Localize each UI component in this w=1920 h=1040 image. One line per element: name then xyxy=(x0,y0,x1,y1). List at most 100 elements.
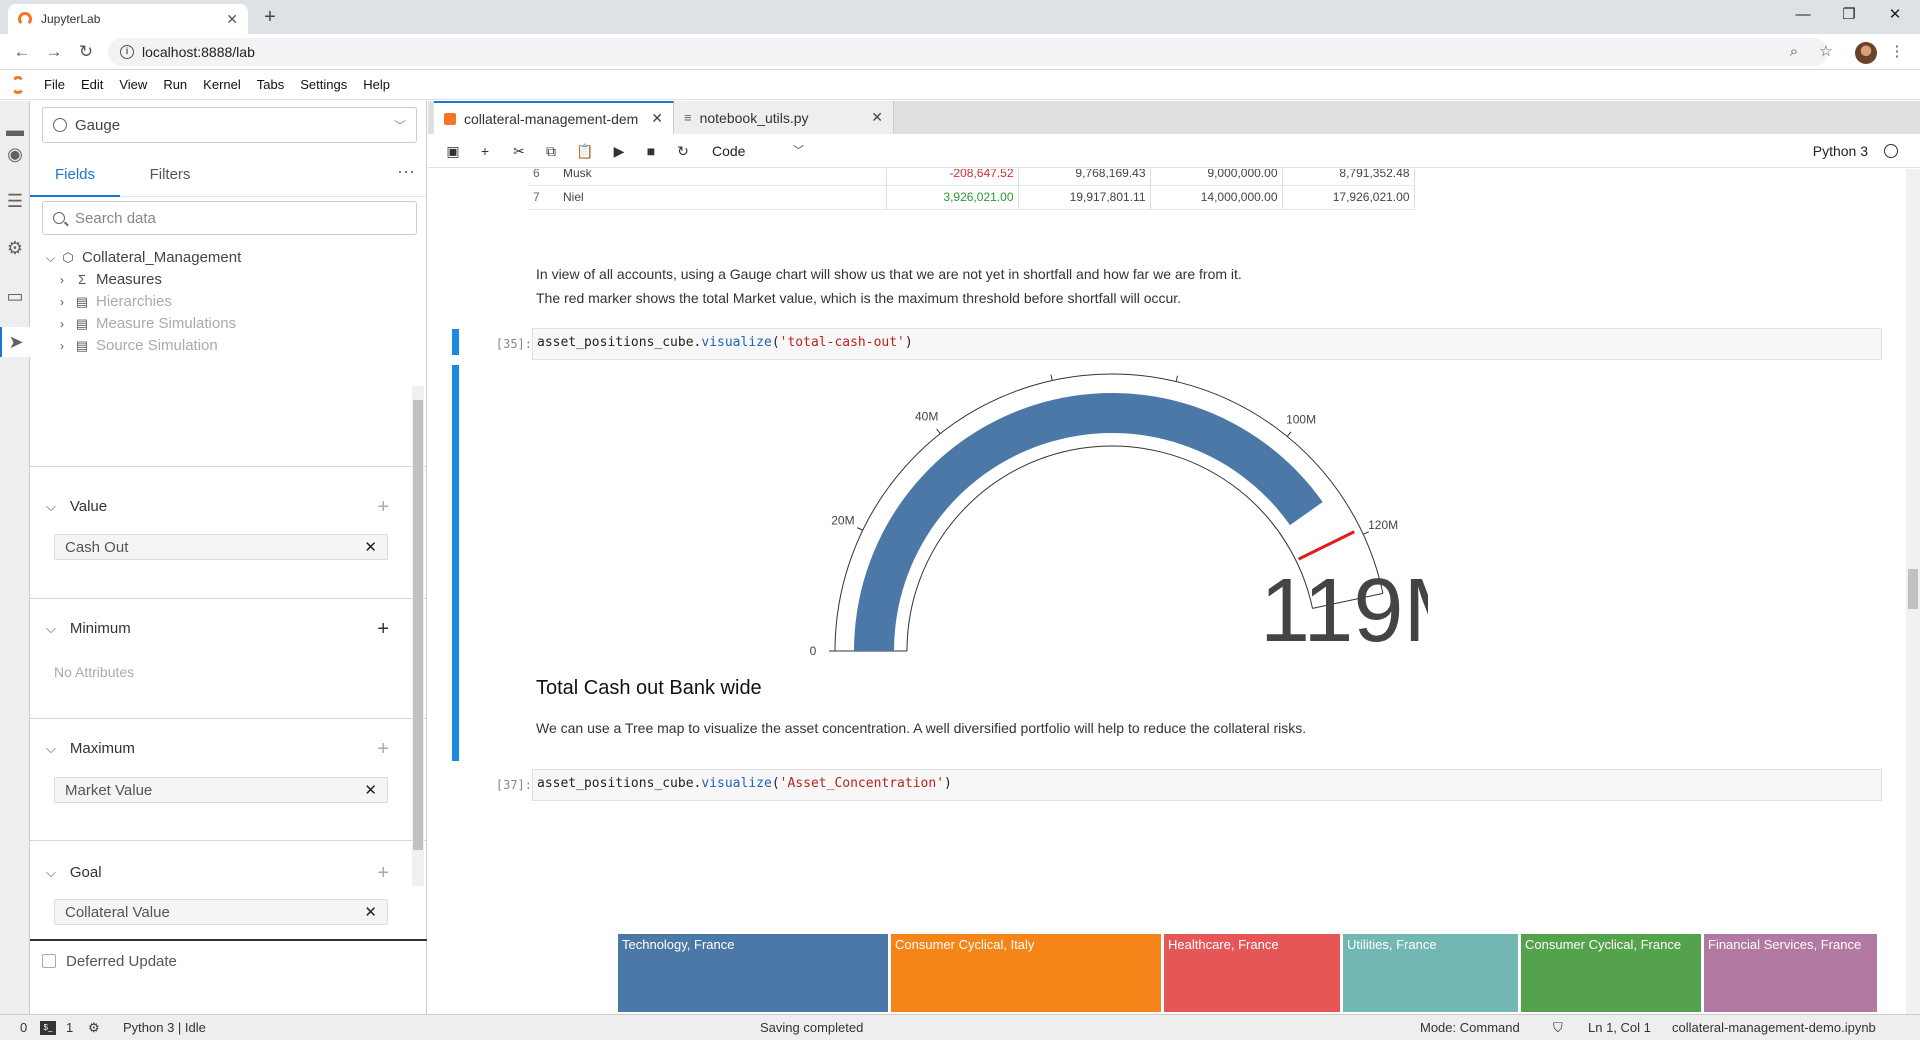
menu-view[interactable]: View xyxy=(111,77,155,92)
paste-icon[interactable]: 📋 xyxy=(574,140,596,162)
menu-file[interactable]: File xyxy=(36,77,73,92)
add-icon[interactable]: + xyxy=(377,739,389,759)
mode-status[interactable]: Mode: Command xyxy=(1420,1015,1520,1040)
restart-icon[interactable]: ↻ xyxy=(672,140,694,162)
stop-icon[interactable]: ■ xyxy=(640,140,662,162)
tab-filters[interactable]: Filters xyxy=(120,153,220,197)
tabs-icon[interactable]: ▭ xyxy=(0,281,30,311)
remove-icon[interactable]: ✕ xyxy=(364,903,377,921)
scrollbar-thumb[interactable] xyxy=(413,400,423,850)
bookmark-star-icon[interactable]: ☆ xyxy=(1814,40,1838,64)
remove-icon[interactable]: ✕ xyxy=(364,538,377,556)
deferred-update[interactable]: Deferred Update xyxy=(30,939,427,981)
chevron-down-icon: ⌵ xyxy=(46,251,56,265)
menu-help[interactable]: Help xyxy=(355,77,398,92)
field-chip[interactable]: Market Value ✕ xyxy=(54,777,388,803)
restore-button[interactable]: ❐ xyxy=(1826,0,1872,30)
copy-icon[interactable]: ⧉ xyxy=(540,140,562,162)
menu-edit[interactable]: Edit xyxy=(73,77,111,92)
url-text: localhost:8888/lab xyxy=(142,44,255,60)
remove-icon[interactable]: ✕ xyxy=(364,781,377,799)
cursor-position[interactable]: Ln 1, Col 1 xyxy=(1588,1015,1651,1040)
cut-icon[interactable]: ✂ xyxy=(508,140,530,162)
treemap-tile[interactable]: Consumer Cyclical, Italy xyxy=(891,934,1161,1012)
code-paren: ) xyxy=(904,335,913,350)
output-collapser[interactable] xyxy=(452,365,459,761)
field-chip[interactable]: Collateral Value ✕ xyxy=(54,899,388,925)
terminal-count[interactable]: 0 xyxy=(20,1015,27,1040)
tree-item-source-simulation[interactable]: › ▤ Source Simulation xyxy=(46,335,241,357)
close-icon[interactable]: ✕ xyxy=(863,109,883,126)
back-icon[interactable]: ← xyxy=(10,40,34,64)
menu-settings[interactable]: Settings xyxy=(292,77,355,92)
kernel-status[interactable]: Python 3 | Idle xyxy=(123,1015,206,1040)
treemap-tile[interactable]: Consumer Cyclical, France xyxy=(1521,934,1701,1012)
new-tab-button[interactable]: + xyxy=(258,5,282,29)
code-cell-35[interactable]: asset_positions_cube.visualize('total-ca… xyxy=(532,328,1882,360)
insert-cell-icon[interactable]: + xyxy=(474,140,496,162)
menu-run[interactable]: Run xyxy=(155,77,195,92)
reload-icon[interactable]: ↻ xyxy=(74,40,98,64)
property-inspector-icon[interactable]: ⚙ xyxy=(0,233,30,263)
kernel-gear-icon[interactable]: ⚙ xyxy=(88,1015,100,1040)
add-icon[interactable]: + xyxy=(377,863,389,883)
notebook-scrollbar[interactable] xyxy=(1906,169,1920,1014)
section-header[interactable]: ⌵ Value xyxy=(46,497,107,517)
cell-type-select[interactable]: Code ﹀ xyxy=(712,140,812,162)
section-header[interactable]: ⌵ Maximum xyxy=(46,739,135,759)
add-icon[interactable]: + xyxy=(377,619,389,639)
minimize-button[interactable]: — xyxy=(1780,0,1826,30)
zoom-icon[interactable]: ⌕ xyxy=(1782,40,1806,64)
kernel-status-icon xyxy=(1884,144,1898,158)
chart-type-select[interactable]: Gauge ﹀ xyxy=(42,107,417,143)
browser-menu-icon[interactable]: ⋮ xyxy=(1885,40,1909,64)
tree-item-measures[interactable]: › Σ Measures xyxy=(46,269,241,291)
tab-fields[interactable]: Fields xyxy=(30,153,120,197)
chevron-right-icon: › xyxy=(60,295,64,309)
shield-icon[interactable]: ⛉ xyxy=(1553,1015,1563,1040)
treemap-tile[interactable]: Utilities, France xyxy=(1343,934,1518,1012)
running-icon[interactable]: ◉ xyxy=(0,139,30,169)
site-info-icon[interactable]: i xyxy=(120,45,134,59)
section-header[interactable]: ⌵ Goal xyxy=(46,863,102,883)
treemap-tile[interactable]: Financial Services, France xyxy=(1704,934,1877,1012)
tree-item-hierarchies[interactable]: › ▤ Hierarchies xyxy=(46,291,241,313)
deferred-update-checkbox[interactable] xyxy=(42,954,56,968)
chip-label: Market Value xyxy=(65,781,153,799)
close-tab-icon[interactable]: ✕ xyxy=(226,11,238,28)
kernel-count[interactable]: 1 xyxy=(66,1015,73,1040)
tab-python-file[interactable]: ≡ notebook_utils.py ✕ xyxy=(674,101,894,134)
search-data-input[interactable]: Search data xyxy=(42,201,417,235)
url-field[interactable]: i localhost:8888/lab xyxy=(108,38,1828,66)
profile-avatar[interactable] xyxy=(1855,42,1877,64)
field-chip[interactable]: Cash Out ✕ xyxy=(54,534,388,560)
browser-tab-title: JupyterLab xyxy=(41,12,101,26)
terminal-icon[interactable]: $_ xyxy=(40,1021,56,1035)
scrollbar-thumb[interactable] xyxy=(1908,569,1918,609)
cell-collapser[interactable] xyxy=(452,329,459,355)
close-window-button[interactable]: ✕ xyxy=(1872,0,1918,30)
tree-item-measure-simulations[interactable]: › ▤ Measure Simulations xyxy=(46,313,241,335)
commands-icon[interactable]: ☰ xyxy=(0,186,30,216)
run-icon[interactable]: ▶ xyxy=(608,140,630,162)
browser-tab[interactable]: JupyterLab ✕ xyxy=(8,4,248,34)
treemap-tile[interactable]: Technology, France xyxy=(618,934,888,1012)
add-icon[interactable]: + xyxy=(377,497,389,517)
panel-scrollbar[interactable] xyxy=(412,386,424,886)
atoti-icon[interactable]: ➤ xyxy=(0,327,30,357)
code-function: visualize xyxy=(701,335,772,350)
kernel-name[interactable]: Python 3 xyxy=(1813,140,1868,162)
chevron-down-icon: ﹀ xyxy=(793,145,804,157)
menu-tabs[interactable]: Tabs xyxy=(249,77,292,92)
more-icon[interactable]: ··· xyxy=(397,153,415,189)
menu-kernel[interactable]: Kernel xyxy=(195,77,249,92)
forward-icon[interactable]: → xyxy=(42,40,66,64)
close-icon[interactable]: ✕ xyxy=(643,110,663,127)
treemap-tile[interactable]: Healthcare, France xyxy=(1164,934,1340,1012)
tab-notebook[interactable]: collateral-management-dem ✕ xyxy=(434,101,674,134)
save-icon[interactable]: ▣ xyxy=(442,140,464,162)
chevron-right-icon: › xyxy=(60,339,64,353)
code-cell-37[interactable]: asset_positions_cube.visualize('Asset_Co… xyxy=(532,769,1882,801)
section-header[interactable]: ⌵ Minimum xyxy=(46,619,131,639)
tree-root[interactable]: ⌵ ⬡ Collateral_Management xyxy=(46,247,241,269)
